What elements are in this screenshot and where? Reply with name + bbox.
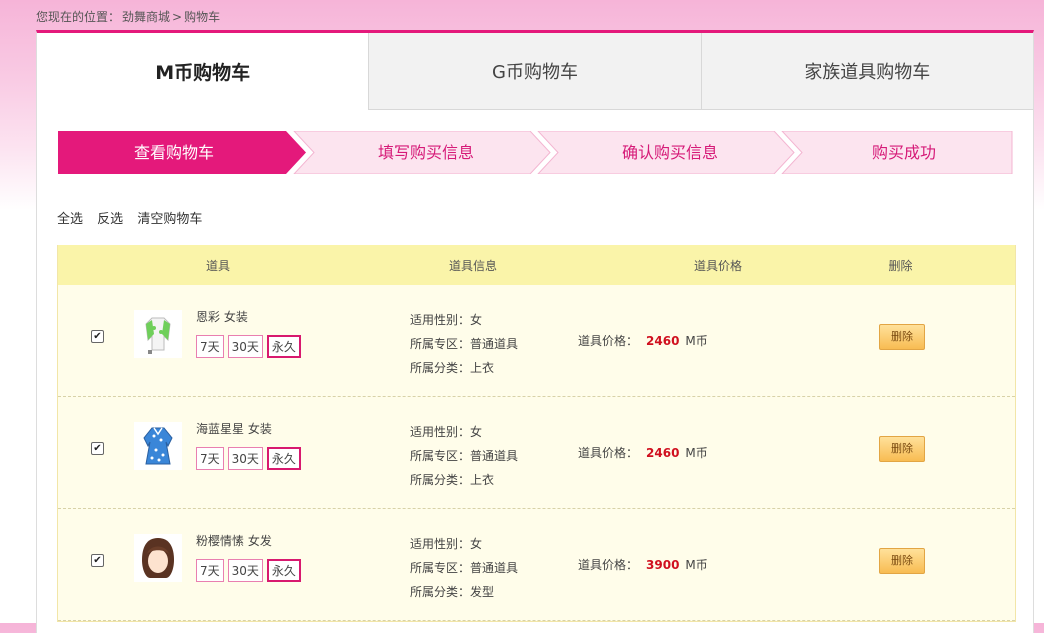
duration-permanent-option[interactable]: 永久 — [266, 335, 301, 358]
duration-30d-option[interactable]: 30天 — [227, 447, 263, 470]
delete-button[interactable]: 删除 — [879, 548, 925, 574]
green-top-icon — [134, 310, 182, 358]
duration-permanent-option[interactable]: 永久 — [266, 447, 301, 470]
item-price: 道具价格： 3900 M币 — [578, 556, 708, 573]
item-name: 恩彩 女装 — [196, 310, 248, 324]
tab-label: M币购物车 — [155, 62, 251, 84]
price-currency: M币 — [685, 446, 708, 460]
gender-value: 女 — [470, 313, 483, 327]
table-row: ✔ 粉樱情愫 女发 7天 30天 永久 适用性别：女 所属专区：普通道具 所属分… — [58, 509, 1015, 621]
gender-value: 女 — [470, 537, 483, 551]
tab-m-coin-cart[interactable]: M币购物车 — [37, 33, 369, 110]
breadcrumb-separator: > — [172, 10, 183, 24]
step-purchase-success: 购买成功 — [871, 143, 936, 162]
tab-label: G币购物车 — [492, 62, 578, 83]
column-header-delete: 删除 — [888, 258, 913, 273]
price-currency: M币 — [685, 558, 708, 572]
item-info: 适用性别：女 所属专区：普通道具 所属分类：上衣 — [410, 420, 518, 492]
zone-value: 普通道具 — [470, 561, 519, 575]
price-label: 道具价格： — [578, 446, 639, 460]
item-info: 适用性别：女 所属专区：普通道具 所属分类：发型 — [410, 532, 518, 604]
checkout-steps: 查看购物车 填写购买信息 确认购买信息 购买成功 — [58, 131, 1013, 174]
zone-label: 所属专区： — [410, 561, 471, 575]
duration-options: 7天 30天 永久 — [196, 335, 301, 358]
duration-7d-option[interactable]: 7天 — [196, 447, 224, 470]
category-value: 上衣 — [470, 473, 495, 487]
step-fill-info: 填写购买信息 — [377, 143, 474, 162]
duration-7d-option[interactable]: 7天 — [196, 335, 224, 358]
gender-value: 女 — [470, 425, 483, 439]
item-price: 道具价格： 2460 M币 — [578, 444, 708, 461]
item-checkbox[interactable]: ✔ — [91, 554, 104, 567]
tab-g-coin-cart[interactable]: G币购物车 — [368, 33, 701, 110]
cart-panel: M币购物车 G币购物车 家族道具购物车 查看购物车 填写购买信息 确认购买信息 … — [36, 30, 1034, 633]
price-value: 2460 — [646, 446, 680, 460]
category-label: 所属分类： — [410, 473, 471, 487]
item-info: 适用性别：女 所属专区：普通道具 所属分类：上衣 — [410, 308, 518, 380]
zone-value: 普通道具 — [470, 449, 519, 463]
select-all-link[interactable]: 全选 — [57, 212, 83, 227]
blue-dress-icon — [134, 422, 182, 470]
zone-label: 所属专区： — [410, 337, 471, 351]
table-header: 道具 道具信息 道具价格 删除 — [58, 245, 1015, 285]
column-header-item: 道具 — [205, 258, 230, 273]
delete-button[interactable]: 删除 — [879, 324, 925, 350]
cart-table: 道具 道具信息 道具价格 删除 ✔ 恩彩 女装 7天 30天 永久 适用性别：女… — [57, 245, 1016, 622]
category-value: 发型 — [470, 585, 495, 599]
step-view-cart: 查看购物车 — [133, 143, 214, 162]
breadcrumb-current: 购物车 — [184, 10, 221, 24]
zone-value: 普通道具 — [470, 337, 519, 351]
price-value: 3900 — [646, 558, 680, 572]
breadcrumb-label: 您现在的位置： — [36, 10, 121, 24]
price-currency: M币 — [685, 334, 708, 348]
price-value: 2460 — [646, 334, 680, 348]
clear-cart-link[interactable]: 清空购物车 — [137, 212, 202, 227]
duration-30d-option[interactable]: 30天 — [227, 559, 263, 582]
item-name: 粉樱情愫 女发 — [196, 534, 272, 548]
brown-hair-icon — [134, 534, 182, 582]
table-row: ✔ 恩彩 女装 7天 30天 永久 适用性别：女 所属专区：普通道具 所属分类：… — [58, 285, 1015, 397]
tab-family-item-cart[interactable]: 家族道具购物车 — [700, 33, 1033, 110]
cart-actions: 全选 反选 清空购物车 — [57, 208, 212, 227]
delete-button[interactable]: 删除 — [879, 436, 925, 462]
item-name: 海蓝星星 女装 — [196, 422, 272, 436]
item-checkbox[interactable]: ✔ — [91, 330, 104, 343]
cart-tabs: M币购物车 G币购物车 家族道具购物车 — [37, 33, 1033, 110]
breadcrumb-home-link[interactable]: 劲舞商城 — [122, 10, 170, 24]
duration-options: 7天 30天 永久 — [196, 559, 301, 582]
zone-label: 所属专区： — [410, 449, 471, 463]
invert-selection-link[interactable]: 反选 — [97, 212, 123, 227]
duration-permanent-option[interactable]: 永久 — [266, 559, 301, 582]
gender-label: 适用性别： — [410, 313, 471, 327]
step-confirm-info: 确认购买信息 — [621, 143, 718, 162]
category-label: 所属分类： — [410, 585, 471, 599]
duration-7d-option[interactable]: 7天 — [196, 559, 224, 582]
gender-label: 适用性别： — [410, 537, 471, 551]
price-label: 道具价格： — [578, 558, 639, 572]
category-value: 上衣 — [470, 361, 495, 375]
item-checkbox[interactable]: ✔ — [91, 442, 104, 455]
duration-30d-option[interactable]: 30天 — [227, 335, 263, 358]
column-header-info: 道具信息 — [448, 258, 497, 273]
price-label: 道具价格： — [578, 334, 639, 348]
tab-label: 家族道具购物车 — [804, 62, 931, 83]
breadcrumb: 您现在的位置： 劲舞商城 > 购物车 — [36, 8, 222, 25]
duration-options: 7天 30天 永久 — [196, 447, 301, 470]
item-price: 道具价格： 2460 M币 — [578, 332, 708, 349]
column-header-price: 道具价格 — [693, 258, 742, 273]
category-label: 所属分类： — [410, 361, 471, 375]
table-row: ✔ 海蓝星星 女装 7天 30天 永久 适用性别：女 所属专区：普通道具 所属分… — [58, 397, 1015, 509]
gender-label: 适用性别： — [410, 425, 471, 439]
